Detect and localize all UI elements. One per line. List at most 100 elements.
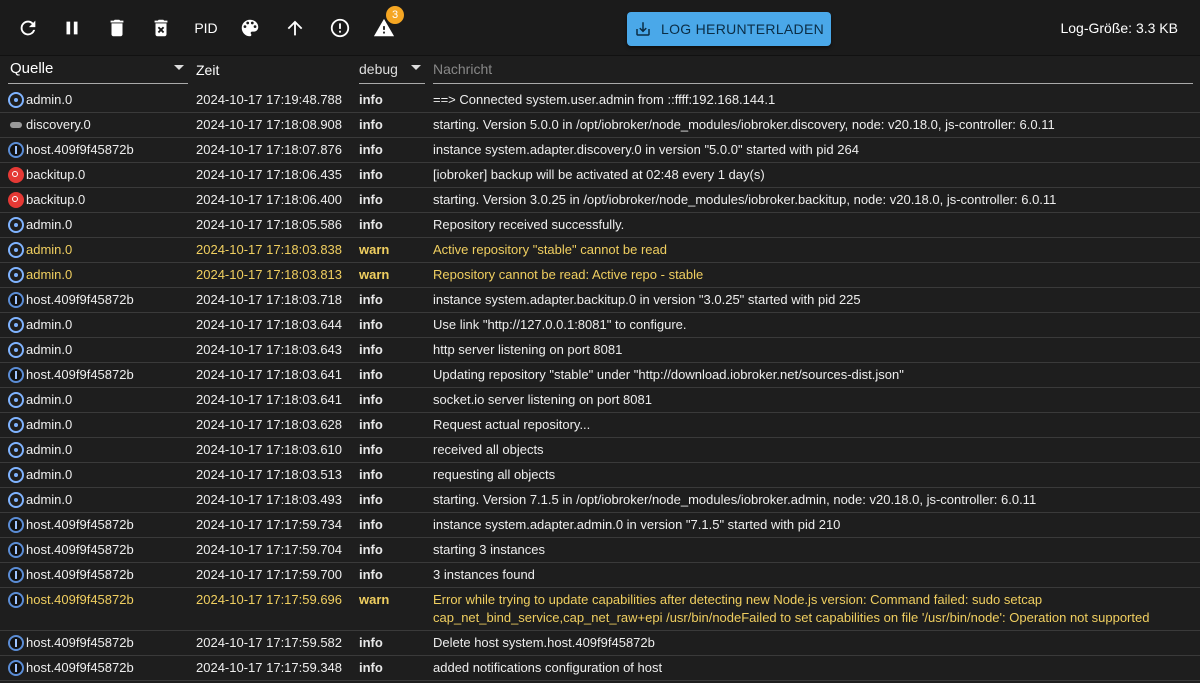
log-row: admin.0 2024-10-17 17:18:03.644 info Use li… <box>0 313 1200 338</box>
log-time: 2024-10-17 17:18:06.400 <box>196 192 343 207</box>
delete-icon[interactable] <box>101 12 133 44</box>
log-source-label: admin.0 <box>26 217 73 232</box>
log-time: 2024-10-17 17:18:08.908 <box>196 117 343 132</box>
log-source-label: admin.0 <box>26 242 73 257</box>
pid-button[interactable]: PID <box>190 12 222 44</box>
log-message: Delete host system.host.409f9f45872b <box>433 635 655 650</box>
log-level: info <box>359 117 383 132</box>
log-time: 2024-10-17 17:18:03.641 <box>196 392 343 407</box>
backitup-icon <box>8 192 24 208</box>
level-filter-label: debug <box>359 61 398 77</box>
download-log-button[interactable]: LOG HERUNTERLADEN <box>627 12 831 46</box>
log-level: info <box>359 442 383 457</box>
log-time: 2024-10-17 17:18:03.493 <box>196 492 343 507</box>
log-message-cell: received all objects <box>433 438 544 462</box>
log-source: host.409f9f45872b <box>8 288 134 312</box>
log-message: Use link "http://127.0.0.1:8081" to conf… <box>433 317 687 332</box>
palette-icon[interactable] <box>234 12 266 44</box>
log-source: admin.0 <box>8 338 72 362</box>
admin-icon <box>8 492 24 508</box>
warning-icon[interactable]: 3 <box>368 6 404 44</box>
admin-icon <box>8 392 24 408</box>
log-message-cell: starting. Version 3.0.25 in /opt/iobroke… <box>433 188 1056 212</box>
log-message-cell: Repository received successfully. <box>433 213 624 237</box>
log-source-label: admin.0 <box>26 417 73 432</box>
host-icon <box>8 635 24 651</box>
log-message: Active repository "stable" cannot be rea… <box>433 242 667 257</box>
log-message-cell: ==> Connected system.user.admin from ::f… <box>433 88 775 112</box>
log-level: info <box>359 567 383 582</box>
log-source: admin.0 <box>8 413 72 437</box>
message-filter-placeholder: Nachricht <box>433 61 493 77</box>
log-level: info <box>359 660 383 675</box>
log-time: 2024-10-17 17:17:59.734 <box>196 517 343 532</box>
log-source-label: host.409f9f45872b <box>26 660 134 675</box>
source-filter-select[interactable]: Quelle <box>8 56 188 84</box>
log-source-label: backitup.0 <box>26 167 86 182</box>
log-message: ==> Connected system.user.admin from ::f… <box>433 92 776 107</box>
reload-icon[interactable] <box>12 12 44 44</box>
log-level: warn <box>359 592 390 607</box>
log-source-label: admin.0 <box>26 267 73 282</box>
log-message-cell: instance system.adapter.discovery.0 in v… <box>433 138 859 162</box>
log-source-label: host.409f9f45872b <box>26 542 134 557</box>
host-icon <box>8 592 24 608</box>
log-source-label: admin.0 <box>26 442 73 457</box>
log-source: host.409f9f45872b <box>8 588 134 612</box>
log-source-label: host.409f9f45872b <box>26 517 134 532</box>
log-message-cell: instance system.adapter.admin.0 in versi… <box>433 513 840 537</box>
arrow-up-icon[interactable] <box>279 12 311 44</box>
log-message-cont: cap_net_bind_service,cap_net_raw+epi /us… <box>433 610 1150 625</box>
log-level: info <box>359 342 383 357</box>
log-source-label: discovery.0 <box>26 117 91 132</box>
log-message-cell: starting 3 instances <box>433 538 545 562</box>
log-message: [iobroker] backup will be activated at 0… <box>433 167 765 182</box>
log-message-cell: http server listening on port 8081 <box>433 338 622 362</box>
log-time: 2024-10-17 17:18:05.586 <box>196 217 343 232</box>
log-level: info <box>359 142 383 157</box>
log-message: instance system.adapter.admin.0 in versi… <box>433 517 841 532</box>
log-message-cell: starting. Version 5.0.0 in /opt/iobroker… <box>433 113 1055 137</box>
log-source: host.409f9f45872b <box>8 138 134 162</box>
log-message: Repository received successfully. <box>433 217 625 232</box>
admin-icon <box>8 217 24 233</box>
log-level: info <box>359 317 383 332</box>
error-icon[interactable] <box>324 12 356 44</box>
log-message-cell: requesting all objects <box>433 463 555 487</box>
log-message-cell: Repository cannot be read: Active repo -… <box>433 263 703 287</box>
log-message: added notifications configuration of hos… <box>433 660 663 675</box>
log-level: info <box>359 367 383 382</box>
host-icon <box>8 542 24 558</box>
filter-header: Quelle Zeit debug Nachricht <box>0 56 1200 86</box>
message-filter-input[interactable]: Nachricht <box>433 56 1193 84</box>
log-source: admin.0 <box>8 238 72 262</box>
log-message: Updating repository "stable" under "http… <box>433 367 904 382</box>
log-time: 2024-10-17 17:18:03.641 <box>196 367 343 382</box>
download-log-label: LOG HERUNTERLADEN <box>660 21 825 37</box>
admin-icon <box>8 92 24 108</box>
log-message: starting. Version 5.0.0 in /opt/iobroker… <box>433 117 1055 132</box>
admin-icon <box>8 442 24 458</box>
log-source: backitup.0 <box>8 188 85 212</box>
log-time: 2024-10-17 17:18:03.513 <box>196 467 343 482</box>
admin-icon <box>8 317 24 333</box>
log-time: 2024-10-17 17:18:03.838 <box>196 242 343 257</box>
log-source-label: host.409f9f45872b <box>26 592 134 607</box>
log-time: 2024-10-17 17:18:03.813 <box>196 267 343 282</box>
log-message: Repository cannot be read: Active repo -… <box>433 267 704 282</box>
pause-icon[interactable] <box>56 12 88 44</box>
log-row: host.409f9f45872b 2024-10-17 17:17:59.704… <box>0 538 1200 563</box>
log-level: info <box>359 417 383 432</box>
delete-file-icon[interactable] <box>145 12 177 44</box>
log-source-label: host.409f9f45872b <box>26 567 134 582</box>
log-level: info <box>359 492 383 507</box>
log-source: host.409f9f45872b <box>8 563 134 587</box>
log-level: info <box>359 392 383 407</box>
host-icon <box>8 660 24 676</box>
log-message: instance system.adapter.backitup.0 in ve… <box>433 292 861 307</box>
level-filter-select[interactable]: debug <box>359 56 425 84</box>
warning-count-badge: 3 <box>386 6 404 24</box>
log-source: admin.0 <box>8 213 72 237</box>
log-row: host.409f9f45872b 2024-10-17 17:17:59.734… <box>0 513 1200 538</box>
log-level: info <box>359 292 383 307</box>
